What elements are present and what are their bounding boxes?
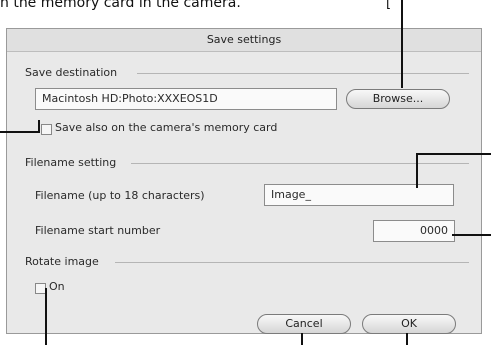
filename-leader-horizontal bbox=[416, 153, 491, 155]
filename-setting-title: Filename setting bbox=[25, 156, 117, 169]
browse-button[interactable]: Browse... bbox=[346, 89, 450, 109]
filename-label: Filename (up to 18 characters) bbox=[35, 189, 205, 202]
save-also-memory-card-label: Save also on the camera's memory card bbox=[55, 121, 278, 134]
dialog-title: Save settings bbox=[7, 29, 481, 52]
save-settings-dialog: Save settings Save destination Macintosh… bbox=[6, 28, 482, 334]
ok-button[interactable]: OK bbox=[362, 314, 456, 334]
save-destination-path-field[interactable]: Macintosh HD:Photo:XXXEOS1D bbox=[35, 88, 337, 110]
filename-setting-rule bbox=[131, 163, 469, 164]
start-number-label: Filename start number bbox=[35, 224, 161, 237]
filename-input[interactable]: Image_ bbox=[264, 184, 454, 206]
save-destination-rule bbox=[137, 73, 469, 74]
cancel-button[interactable]: Cancel bbox=[257, 314, 351, 334]
rotate-leader-line bbox=[45, 288, 47, 345]
rotate-on-label: On bbox=[49, 280, 65, 293]
save-also-memory-card-checkbox[interactable] bbox=[41, 124, 52, 135]
rotate-image-rule bbox=[115, 262, 469, 263]
caption-fragment: [ bbox=[386, 0, 392, 11]
ok-leader-line bbox=[406, 333, 408, 345]
memory-card-leader-up bbox=[38, 120, 40, 133]
save-destination-title: Save destination bbox=[25, 66, 118, 79]
rotate-image-title: Rotate image bbox=[25, 255, 99, 268]
browse-leader-line bbox=[401, 0, 403, 88]
memory-card-leader-line bbox=[0, 131, 40, 133]
filename-leader-vertical bbox=[416, 153, 418, 188]
start-number-input[interactable]: 0000 bbox=[373, 220, 455, 242]
caption-text: n the memory card in the camera. bbox=[0, 0, 241, 11]
cancel-leader-line bbox=[301, 333, 303, 345]
start-number-leader-line bbox=[452, 234, 491, 236]
